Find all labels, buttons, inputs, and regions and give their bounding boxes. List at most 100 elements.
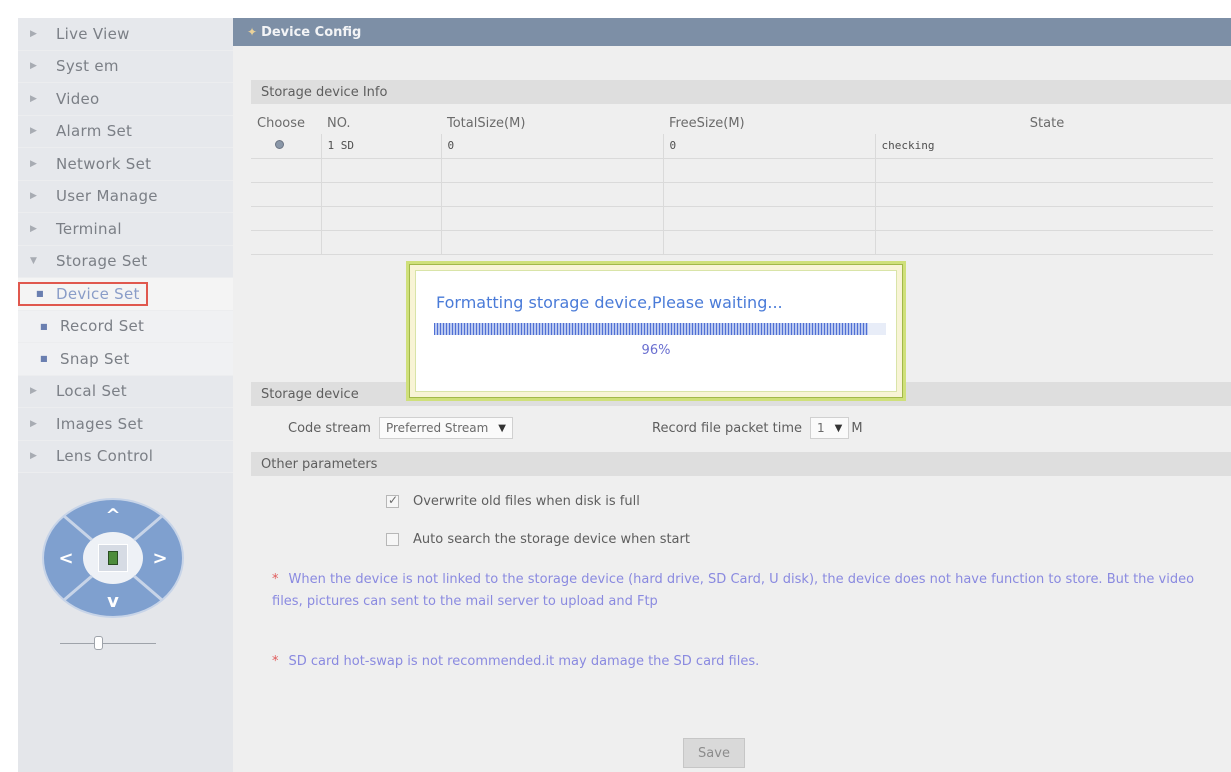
sidebar-item-label: Syst em	[56, 57, 119, 76]
arrow-down-icon: ▼	[30, 256, 38, 267]
arrow-right-icon: ▶	[30, 93, 38, 104]
storage-note: * When the device is not linked to the st…	[272, 569, 1212, 613]
sidebar-item-images-set[interactable]: ▶ Images Set	[18, 408, 233, 441]
square-bullet-icon: ■	[40, 354, 48, 364]
chevron-down-icon: ▼	[498, 422, 506, 434]
table-row	[251, 206, 1213, 231]
ptz-up-button[interactable]: ^	[93, 500, 133, 530]
table-cell	[441, 230, 664, 255]
choose-cell[interactable]	[251, 134, 322, 159]
sidebar-item-label: User Manage	[56, 187, 158, 206]
sidebar-item-label: Device Set	[56, 284, 140, 303]
hotswap-note: * SD card hot-swap is not recommended.it …	[272, 651, 1212, 673]
column-header: FreeSize(M)	[669, 115, 745, 131]
section-title: Storage device Info	[261, 84, 388, 100]
sidebar-item-terminal[interactable]: ▶ Terminal	[18, 213, 233, 246]
arrow-right-icon: ▶	[30, 28, 38, 39]
sidebar-item-live-view[interactable]: ▶ Live View	[18, 18, 233, 51]
dialog-message: Formatting storage device,Please waiting…	[436, 293, 783, 312]
sidebar-item-user-manage[interactable]: ▶ User Manage	[18, 180, 233, 213]
radio-button[interactable]	[275, 140, 284, 150]
overwrite-checkbox[interactable]	[386, 493, 399, 508]
table-cell	[251, 206, 322, 231]
sidebar-item-lens-control[interactable]: ▶ Lens Control	[18, 440, 233, 473]
panel-titlebar: ✦ Device Config	[233, 18, 1231, 46]
storage-info-header: Storage device Info	[251, 80, 1231, 104]
sidebar-item-label: Live View	[56, 24, 130, 43]
sidebar-item-device-set[interactable]: ■ Device Set	[18, 278, 233, 311]
progress-bar	[434, 323, 886, 335]
sidebar-item-storage-set[interactable]: ▼ Storage Set	[18, 245, 233, 278]
chevron-up-icon: ^	[105, 504, 121, 526]
chevron-down-icon: ▼	[834, 422, 843, 434]
arrow-right-icon: ▶	[30, 223, 38, 234]
table-cell	[321, 206, 442, 231]
table-cell	[441, 206, 664, 231]
slider-thumb[interactable]	[94, 636, 103, 650]
ptz-right-button[interactable]: >	[140, 543, 180, 573]
table-cell	[251, 230, 322, 255]
sidebar-item-snap-set[interactable]: ■ Snap Set	[18, 343, 233, 376]
sidebar-item-label: Local Set	[56, 382, 127, 401]
table-cell: checking	[875, 134, 1213, 159]
ptz-center-button[interactable]	[98, 544, 128, 572]
arrow-right-icon: ▶	[30, 191, 38, 202]
sidebar-item-label: Images Set	[56, 414, 144, 433]
table-row	[251, 230, 1213, 255]
sidebar-item-label: Alarm Set	[56, 122, 133, 141]
table-cell	[321, 230, 442, 255]
sidebar-item-video[interactable]: ▶ Video	[18, 83, 233, 116]
other-params-header: Other parameters	[251, 452, 1231, 476]
ptz-control: ^ v < >	[42, 498, 184, 618]
table-cell: 0	[441, 134, 664, 159]
arrow-right-icon: ▶	[30, 418, 38, 429]
column-header: Choose	[257, 115, 305, 131]
storage-table: Choose NO. TotalSize(M) FreeSize(M) Stat…	[251, 112, 1213, 255]
asterisk-icon: *	[272, 572, 279, 587]
select-value: 1	[817, 421, 825, 435]
table-row[interactable]: 1 SD 0 0 checking	[251, 134, 1213, 159]
sidebar-item-alarm-set[interactable]: ▶ Alarm Set	[18, 115, 233, 148]
sidebar-item-label: Snap Set	[60, 349, 130, 368]
chevron-right-icon: >	[152, 547, 168, 569]
overwrite-row: Overwrite old files when disk is full	[386, 493, 640, 509]
format-progress-dialog: Formatting storage device,Please waiting…	[406, 261, 906, 401]
sidebar-item-record-set[interactable]: ■ Record Set	[18, 310, 233, 343]
table-cell: 1 SD	[321, 134, 442, 159]
panel-title: Device Config	[261, 24, 362, 40]
progress-percent: 96%	[641, 343, 671, 358]
ptz-down-button[interactable]: v	[93, 586, 133, 616]
overwrite-label: Overwrite old files when disk is full	[413, 494, 640, 509]
section-title: Storage device	[261, 386, 359, 402]
table-cell	[875, 206, 1213, 231]
packet-time-select[interactable]: 1 ▼	[810, 417, 850, 439]
section-title: Other parameters	[261, 456, 378, 472]
progress-fill	[434, 323, 868, 335]
code-stream-row: Code stream Preferred Stream ▼	[288, 417, 513, 439]
sidebar-item-label: Record Set	[60, 317, 145, 336]
ptz-left-button[interactable]: <	[46, 543, 86, 573]
table-cell	[321, 182, 442, 207]
table-cell	[663, 230, 876, 255]
save-button[interactable]: Save	[683, 738, 745, 768]
autosearch-checkbox[interactable]	[386, 533, 399, 546]
column-header: NO.	[327, 115, 351, 131]
chevron-left-icon: <	[58, 547, 74, 569]
table-cell	[321, 158, 442, 183]
code-stream-select[interactable]: Preferred Stream ▼	[378, 417, 513, 439]
sidebar-item-local-set[interactable]: ▶ Local Set	[18, 375, 233, 408]
table-cell	[663, 158, 876, 183]
table-header-row: Choose NO. TotalSize(M) FreeSize(M) Stat…	[251, 112, 1213, 134]
sidebar-item-label: Terminal	[56, 219, 122, 238]
autosearch-row: Auto search the storage device when star…	[386, 532, 690, 547]
sidebar-item-label: Lens Control	[56, 447, 154, 466]
config-icon: ✦	[247, 25, 258, 39]
autosearch-label: Auto search the storage device when star…	[413, 532, 690, 547]
sidebar-item-system[interactable]: ▶ Syst em	[18, 50, 233, 83]
zoom-slider[interactable]	[60, 636, 156, 650]
select-value: Preferred Stream	[385, 421, 489, 435]
sidebar-item-network-set[interactable]: ▶ Network Set	[18, 148, 233, 181]
square-bullet-icon: ■	[40, 321, 48, 331]
table-row	[251, 158, 1213, 183]
note-text: SD card hot-swap is not recommended.it m…	[288, 654, 760, 669]
